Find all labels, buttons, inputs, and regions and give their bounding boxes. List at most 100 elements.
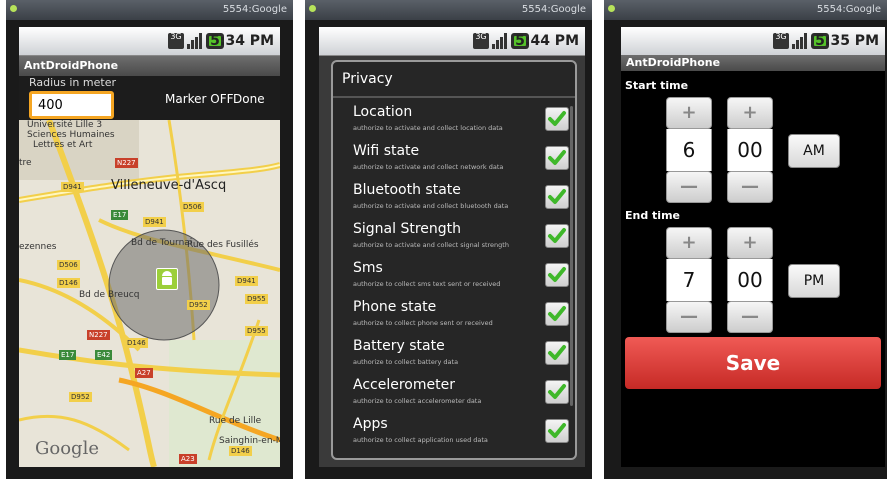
emulator-title-bar: 5554:Google [6, 0, 293, 20]
privacy-item[interactable]: Accelerometer authorize to collect accele… [333, 371, 575, 410]
android-icon[interactable] [156, 268, 178, 290]
done-button[interactable]: Done [233, 92, 265, 106]
phone-time-screen: 5554:Google 3G 5:35 PM AntDroidPhone Sta… [604, 0, 887, 479]
road-tag: D941 [235, 276, 258, 286]
emulator-title: 5554:Google [222, 4, 287, 15]
road-tag: D146 [57, 278, 80, 288]
signal-strength-icon [492, 33, 507, 49]
emulator-status-dot [608, 5, 615, 12]
privacy-item[interactable]: Wifi state authorize to activate and coll… [333, 137, 575, 176]
end-hour-increment-button[interactable]: + [666, 227, 712, 259]
checkmark-glyph [548, 384, 566, 399]
end-minute-decrement-button[interactable]: — [727, 301, 773, 333]
privacy-checkbox[interactable] [545, 224, 569, 248]
start-hour-value: 6 [666, 129, 712, 171]
emulator-title: 5554:Google [816, 4, 881, 15]
privacy-item-summary: authorize to collect sms text sent or re… [353, 280, 501, 288]
emulator-title-bar: 5554:Google [305, 0, 592, 20]
checkmark-glyph [548, 150, 566, 165]
end-minute-value: 00 [727, 259, 773, 301]
privacy-checkbox[interactable] [545, 302, 569, 326]
road-tag: A23 [179, 454, 197, 464]
privacy-item-summary: authorize to collect phone sent or recei… [353, 319, 493, 327]
privacy-item-summary: authorize to collect battery data [353, 358, 459, 366]
map-label: Bd de Tournai [131, 238, 193, 248]
privacy-item[interactable]: Bluetooth state authorize to activate and… [333, 176, 575, 215]
road-tag: D955 [245, 294, 268, 304]
checkmark-glyph [548, 111, 566, 126]
device-screen: 3G 5:34 PM AntDroidPhone Radius in meter… [19, 27, 280, 467]
start-time-label: Start time [625, 79, 689, 92]
device-screen: 3G 5:44 PM Privacy Location authorize to … [319, 27, 585, 467]
start-hour-picker: + 6 — [666, 97, 712, 203]
android-marker-glyph [162, 271, 172, 285]
end-hour-decrement-button[interactable]: — [666, 301, 712, 333]
privacy-checkbox[interactable] [545, 380, 569, 404]
privacy-item-title: Apps [353, 416, 388, 432]
marker-toggle-button[interactable]: Marker OFF [165, 92, 234, 106]
privacy-checkbox[interactable] [545, 107, 569, 131]
privacy-item[interactable]: Sms authorize to collect sms text sent or… [333, 254, 575, 293]
road-tag: D146 [229, 446, 252, 456]
road-tag: E42 [95, 350, 113, 360]
status-bar: 3G 5:35 PM [621, 27, 885, 56]
road-tag: D506 [181, 202, 204, 212]
privacy-item-summary: authorize to collect accelerometer data [353, 397, 482, 405]
start-hour-increment-button[interactable]: + [666, 97, 712, 129]
road-tag: N227 [87, 330, 110, 340]
dialog-title: Privacy [333, 62, 575, 98]
status-time: 5:35 PM [815, 33, 879, 49]
map-view[interactable]: Université Lille 3 Sciences Humaines Let… [19, 120, 280, 467]
end-time-label: End time [625, 209, 680, 222]
start-ampm-button[interactable]: AM [788, 134, 840, 168]
checkmark-glyph [548, 228, 566, 243]
privacy-item[interactable]: Phone state authorize to collect phone se… [333, 293, 575, 332]
network-3g-icon: 3G [473, 33, 489, 49]
google-attribution: Google [35, 438, 99, 459]
start-hour-decrement-button[interactable]: — [666, 171, 712, 203]
road-tag: D955 [245, 326, 268, 336]
privacy-item[interactable]: Signal Strength authorize to activate and… [333, 215, 575, 254]
save-button[interactable]: Save [625, 337, 881, 389]
status-time: 5:34 PM [210, 33, 274, 49]
privacy-checkbox[interactable] [545, 263, 569, 287]
end-ampm-button[interactable]: PM [788, 264, 840, 298]
start-minute-decrement-button[interactable]: — [727, 171, 773, 203]
signal-strength-icon [187, 33, 202, 49]
road-tag: D146 [125, 338, 148, 348]
privacy-item-title: Battery state [353, 338, 445, 354]
checkmark-glyph [548, 306, 566, 321]
privacy-checkbox[interactable] [545, 146, 569, 170]
checkmark-glyph [548, 189, 566, 204]
device-screen: 3G 5:35 PM AntDroidPhone Start time + 6 … [621, 27, 885, 467]
radius-label: Radius in meter [29, 76, 116, 89]
signal-strength-icon [792, 33, 807, 49]
app-title: AntDroidPhone [19, 56, 280, 76]
phone-map-screen: 5554:Google 3G 5:34 PM AntDroidPhone Rad… [6, 0, 293, 479]
scrollbar[interactable] [570, 106, 573, 406]
road-tag: D941 [143, 217, 166, 227]
privacy-checkbox[interactable] [545, 341, 569, 365]
map-label: Sciences Humaines [27, 130, 115, 140]
privacy-item-title: Bluetooth state [353, 182, 461, 198]
radius-input[interactable] [29, 91, 114, 119]
start-minute-increment-button[interactable]: + [727, 97, 773, 129]
privacy-checkbox[interactable] [545, 185, 569, 209]
map-label: Rue des Fusillés [187, 240, 259, 250]
privacy-item-title: Phone state [353, 299, 437, 315]
privacy-dialog: Privacy Location authorize to activate an… [331, 60, 577, 460]
privacy-item-title: Accelerometer [353, 377, 455, 393]
privacy-checkbox[interactable] [545, 419, 569, 443]
end-minute-increment-button[interactable]: + [727, 227, 773, 259]
end-hour-value: 7 [666, 259, 712, 301]
privacy-item[interactable]: Location authorize to activate and collec… [333, 98, 575, 137]
map-label: Université Lille 3 [27, 120, 103, 130]
start-minute-value: 00 [727, 129, 773, 171]
checkmark-glyph [548, 423, 566, 438]
privacy-item-title: Wifi state [353, 143, 420, 159]
emulator-title: 5554:Google [521, 4, 586, 15]
privacy-item[interactable]: Battery state authorize to collect batter… [333, 332, 575, 371]
end-hour-picker: + 7 — [666, 227, 712, 333]
privacy-item[interactable]: Apps authorize to collect application use… [333, 410, 575, 449]
phone-privacy-screen: 5554:Google 3G 5:44 PM Privacy Location a… [305, 0, 592, 479]
